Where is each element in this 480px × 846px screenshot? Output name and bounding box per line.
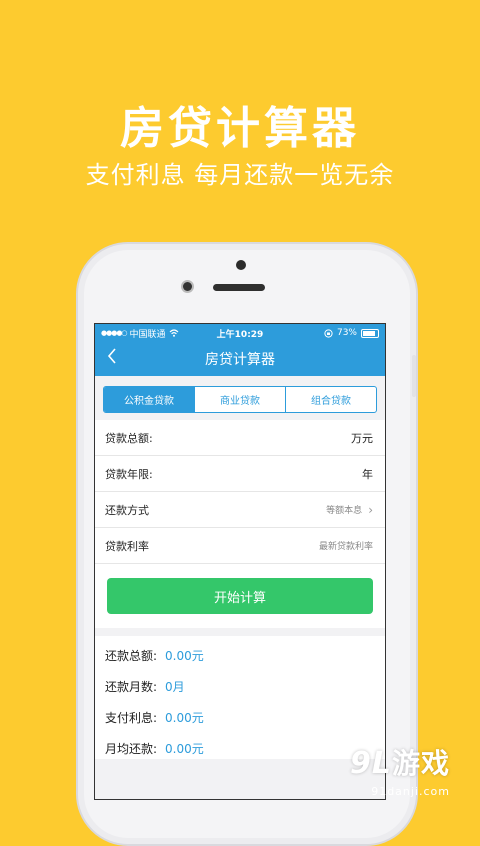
chevron-right-icon: › — [368, 502, 373, 517]
watermark-domain: 91danji.com — [371, 785, 450, 798]
result-value: 0.00元 — [165, 649, 204, 663]
repayment-method-row[interactable]: 还款方式 等额本息 › — [95, 492, 385, 528]
promo-subtitle: 支付利息 每月还款一览无余 — [85, 161, 395, 189]
status-bar: ●●●●○ 中国联通 上午10:29 73% — [95, 324, 385, 342]
watermark-text: 游戏 — [391, 747, 450, 780]
result-repayment-months: 还款月数: 0月 — [95, 671, 385, 702]
loan-total-unit: 万元 — [351, 431, 373, 445]
nav-bar: 房贷计算器 — [95, 342, 385, 376]
battery-fill — [363, 330, 375, 336]
battery-icon — [361, 328, 379, 338]
loan-term-label: 贷款年限: — [105, 467, 153, 481]
loan-rate-label: 贷款利率 — [105, 539, 149, 553]
promo-title: 房贷计算器 — [120, 103, 360, 154]
result-label: 月均还款: — [105, 742, 158, 756]
watermark: 9L游戏 91danji.com — [290, 740, 470, 800]
nav-title: 房贷计算器 — [205, 352, 275, 368]
result-interest-paid: 支付利息: 0.00元 — [95, 702, 385, 733]
front-camera-icon — [236, 260, 246, 270]
chevron-left-icon — [107, 348, 116, 364]
watermark-logo: 9L — [349, 746, 392, 781]
result-label: 还款月数: — [105, 680, 158, 694]
result-label: 还款总额: — [105, 649, 158, 663]
loan-total-label: 贷款总额: — [105, 431, 153, 445]
orientation-lock-icon — [324, 328, 333, 338]
phone-side-button — [412, 355, 416, 397]
calc-button-area: 开始计算 — [95, 564, 385, 636]
tab-combined-loan[interactable]: 组合贷款 — [285, 387, 376, 412]
loan-total-row[interactable]: 贷款总额: 万元 — [95, 420, 385, 456]
loan-type-tabs: 公积金贷款 商业贷款 组合贷款 — [103, 386, 377, 413]
result-label: 支付利息: — [105, 711, 158, 725]
loan-type-tabs-container: 公积金贷款 商业贷款 组合贷款 — [95, 376, 385, 420]
tab-provident-fund-loan[interactable]: 公积金贷款 — [104, 387, 194, 412]
earpiece-speaker — [213, 284, 265, 291]
result-value: 0.00元 — [165, 742, 204, 756]
start-calculation-button[interactable]: 开始计算 — [107, 578, 373, 614]
tab-commercial-loan[interactable]: 商业贷款 — [194, 387, 285, 412]
loan-term-row[interactable]: 贷款年限: 年 — [95, 456, 385, 492]
repayment-method-value: 等额本息 — [326, 506, 363, 516]
repayment-method-label: 还款方式 — [105, 503, 149, 517]
back-button[interactable] — [107, 346, 117, 370]
battery-percent: 73% — [336, 328, 357, 338]
result-value: 0月 — [165, 680, 185, 694]
proximity-sensor-icon — [183, 282, 192, 291]
loan-rate-value: 最新贷款利率 — [318, 542, 373, 552]
phone-screen: ●●●●○ 中国联通 上午10:29 73% 房贷计算器 公积金贷款 商业贷款 … — [94, 323, 386, 800]
result-total-repayment: 还款总额: 0.00元 — [95, 640, 385, 671]
watermark-brand: 9L游戏 — [350, 742, 450, 782]
result-value: 0.00元 — [165, 711, 204, 725]
loan-term-unit: 年 — [362, 467, 373, 481]
loan-rate-row[interactable]: 贷款利率 最新贷款利率 — [95, 528, 385, 564]
